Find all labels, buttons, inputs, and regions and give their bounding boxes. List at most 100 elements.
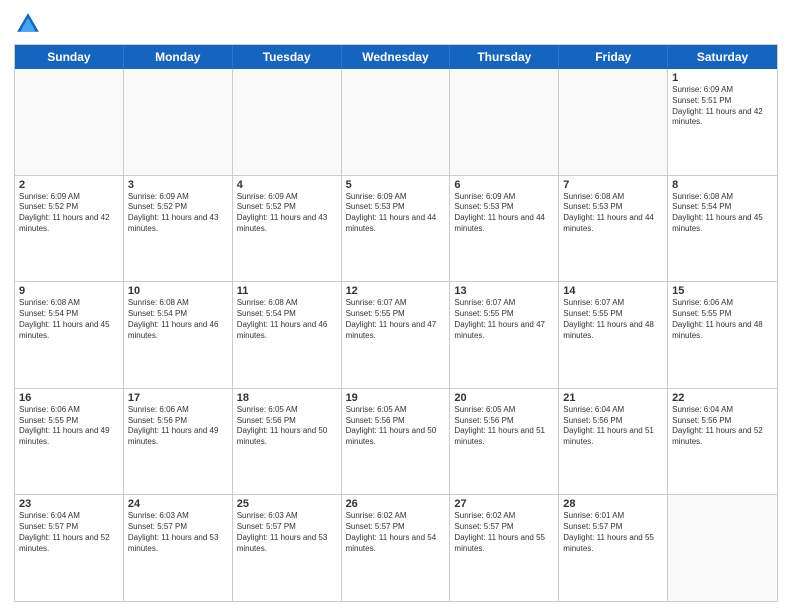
- day-info: Sunrise: 6:09 AM Sunset: 5:52 PM Dayligh…: [19, 192, 119, 235]
- day-info: Sunrise: 6:09 AM Sunset: 5:52 PM Dayligh…: [237, 192, 337, 235]
- calendar-week-3: 9Sunrise: 6:08 AM Sunset: 5:54 PM Daylig…: [15, 281, 777, 388]
- day-info: Sunrise: 6:05 AM Sunset: 5:56 PM Dayligh…: [454, 405, 554, 448]
- day-cell-26: 26Sunrise: 6:02 AM Sunset: 5:57 PM Dayli…: [342, 495, 451, 601]
- day-cell-4: 4Sunrise: 6:09 AM Sunset: 5:52 PM Daylig…: [233, 176, 342, 282]
- empty-cell: [233, 69, 342, 175]
- day-number: 28: [563, 498, 663, 510]
- calendar-week-5: 23Sunrise: 6:04 AM Sunset: 5:57 PM Dayli…: [15, 494, 777, 601]
- day-number: 25: [237, 498, 337, 510]
- header-day-monday: Monday: [124, 45, 233, 69]
- day-cell-12: 12Sunrise: 6:07 AM Sunset: 5:55 PM Dayli…: [342, 282, 451, 388]
- day-cell-25: 25Sunrise: 6:03 AM Sunset: 5:57 PM Dayli…: [233, 495, 342, 601]
- day-number: 15: [672, 285, 773, 297]
- day-info: Sunrise: 6:09 AM Sunset: 5:53 PM Dayligh…: [346, 192, 446, 235]
- day-info: Sunrise: 6:09 AM Sunset: 5:51 PM Dayligh…: [672, 85, 773, 128]
- day-number: 13: [454, 285, 554, 297]
- day-info: Sunrise: 6:02 AM Sunset: 5:57 PM Dayligh…: [346, 511, 446, 554]
- day-cell-15: 15Sunrise: 6:06 AM Sunset: 5:55 PM Dayli…: [668, 282, 777, 388]
- day-cell-22: 22Sunrise: 6:04 AM Sunset: 5:56 PM Dayli…: [668, 389, 777, 495]
- logo: [14, 10, 46, 38]
- empty-cell: [668, 495, 777, 601]
- day-info: Sunrise: 6:04 AM Sunset: 5:56 PM Dayligh…: [672, 405, 773, 448]
- day-number: 27: [454, 498, 554, 510]
- header-day-sunday: Sunday: [15, 45, 124, 69]
- day-number: 10: [128, 285, 228, 297]
- day-cell-6: 6Sunrise: 6:09 AM Sunset: 5:53 PM Daylig…: [450, 176, 559, 282]
- day-info: Sunrise: 6:08 AM Sunset: 5:54 PM Dayligh…: [128, 298, 228, 341]
- day-cell-16: 16Sunrise: 6:06 AM Sunset: 5:55 PM Dayli…: [15, 389, 124, 495]
- day-number: 11: [237, 285, 337, 297]
- day-cell-9: 9Sunrise: 6:08 AM Sunset: 5:54 PM Daylig…: [15, 282, 124, 388]
- day-number: 22: [672, 392, 773, 404]
- header-day-friday: Friday: [559, 45, 668, 69]
- day-number: 12: [346, 285, 446, 297]
- day-info: Sunrise: 6:04 AM Sunset: 5:57 PM Dayligh…: [19, 511, 119, 554]
- day-cell-23: 23Sunrise: 6:04 AM Sunset: 5:57 PM Dayli…: [15, 495, 124, 601]
- day-cell-5: 5Sunrise: 6:09 AM Sunset: 5:53 PM Daylig…: [342, 176, 451, 282]
- day-info: Sunrise: 6:05 AM Sunset: 5:56 PM Dayligh…: [346, 405, 446, 448]
- day-info: Sunrise: 6:08 AM Sunset: 5:54 PM Dayligh…: [237, 298, 337, 341]
- day-info: Sunrise: 6:08 AM Sunset: 5:54 PM Dayligh…: [19, 298, 119, 341]
- day-number: 20: [454, 392, 554, 404]
- day-info: Sunrise: 6:03 AM Sunset: 5:57 PM Dayligh…: [128, 511, 228, 554]
- day-cell-14: 14Sunrise: 6:07 AM Sunset: 5:55 PM Dayli…: [559, 282, 668, 388]
- day-cell-10: 10Sunrise: 6:08 AM Sunset: 5:54 PM Dayli…: [124, 282, 233, 388]
- day-number: 21: [563, 392, 663, 404]
- day-number: 19: [346, 392, 446, 404]
- day-number: 2: [19, 179, 119, 191]
- day-info: Sunrise: 6:03 AM Sunset: 5:57 PM Dayligh…: [237, 511, 337, 554]
- day-cell-7: 7Sunrise: 6:08 AM Sunset: 5:53 PM Daylig…: [559, 176, 668, 282]
- day-info: Sunrise: 6:07 AM Sunset: 5:55 PM Dayligh…: [563, 298, 663, 341]
- day-number: 23: [19, 498, 119, 510]
- empty-cell: [342, 69, 451, 175]
- day-cell-2: 2Sunrise: 6:09 AM Sunset: 5:52 PM Daylig…: [15, 176, 124, 282]
- day-info: Sunrise: 6:08 AM Sunset: 5:54 PM Dayligh…: [672, 192, 773, 235]
- day-info: Sunrise: 6:08 AM Sunset: 5:53 PM Dayligh…: [563, 192, 663, 235]
- day-cell-20: 20Sunrise: 6:05 AM Sunset: 5:56 PM Dayli…: [450, 389, 559, 495]
- day-number: 26: [346, 498, 446, 510]
- day-number: 4: [237, 179, 337, 191]
- page: SundayMondayTuesdayWednesdayThursdayFrid…: [0, 0, 792, 612]
- day-number: 9: [19, 285, 119, 297]
- empty-cell: [559, 69, 668, 175]
- calendar-body: 1Sunrise: 6:09 AM Sunset: 5:51 PM Daylig…: [15, 69, 777, 601]
- day-cell-11: 11Sunrise: 6:08 AM Sunset: 5:54 PM Dayli…: [233, 282, 342, 388]
- day-cell-21: 21Sunrise: 6:04 AM Sunset: 5:56 PM Dayli…: [559, 389, 668, 495]
- day-info: Sunrise: 6:07 AM Sunset: 5:55 PM Dayligh…: [454, 298, 554, 341]
- day-cell-1: 1Sunrise: 6:09 AM Sunset: 5:51 PM Daylig…: [668, 69, 777, 175]
- day-cell-8: 8Sunrise: 6:08 AM Sunset: 5:54 PM Daylig…: [668, 176, 777, 282]
- header-day-wednesday: Wednesday: [342, 45, 451, 69]
- header-day-tuesday: Tuesday: [233, 45, 342, 69]
- day-number: 18: [237, 392, 337, 404]
- day-info: Sunrise: 6:09 AM Sunset: 5:53 PM Dayligh…: [454, 192, 554, 235]
- day-number: 24: [128, 498, 228, 510]
- day-info: Sunrise: 6:06 AM Sunset: 5:55 PM Dayligh…: [19, 405, 119, 448]
- day-number: 6: [454, 179, 554, 191]
- day-number: 5: [346, 179, 446, 191]
- day-cell-13: 13Sunrise: 6:07 AM Sunset: 5:55 PM Dayli…: [450, 282, 559, 388]
- day-info: Sunrise: 6:02 AM Sunset: 5:57 PM Dayligh…: [454, 511, 554, 554]
- header-day-saturday: Saturday: [668, 45, 777, 69]
- day-number: 1: [672, 72, 773, 84]
- calendar-week-4: 16Sunrise: 6:06 AM Sunset: 5:55 PM Dayli…: [15, 388, 777, 495]
- day-info: Sunrise: 6:09 AM Sunset: 5:52 PM Dayligh…: [128, 192, 228, 235]
- day-cell-19: 19Sunrise: 6:05 AM Sunset: 5:56 PM Dayli…: [342, 389, 451, 495]
- empty-cell: [450, 69, 559, 175]
- calendar-week-1: 1Sunrise: 6:09 AM Sunset: 5:51 PM Daylig…: [15, 69, 777, 175]
- day-cell-28: 28Sunrise: 6:01 AM Sunset: 5:57 PM Dayli…: [559, 495, 668, 601]
- day-info: Sunrise: 6:04 AM Sunset: 5:56 PM Dayligh…: [563, 405, 663, 448]
- day-info: Sunrise: 6:01 AM Sunset: 5:57 PM Dayligh…: [563, 511, 663, 554]
- day-cell-24: 24Sunrise: 6:03 AM Sunset: 5:57 PM Dayli…: [124, 495, 233, 601]
- header: [14, 10, 778, 38]
- day-cell-17: 17Sunrise: 6:06 AM Sunset: 5:56 PM Dayli…: [124, 389, 233, 495]
- day-cell-27: 27Sunrise: 6:02 AM Sunset: 5:57 PM Dayli…: [450, 495, 559, 601]
- calendar-week-2: 2Sunrise: 6:09 AM Sunset: 5:52 PM Daylig…: [15, 175, 777, 282]
- day-number: 3: [128, 179, 228, 191]
- day-number: 8: [672, 179, 773, 191]
- day-number: 17: [128, 392, 228, 404]
- calendar-header: SundayMondayTuesdayWednesdayThursdayFrid…: [15, 45, 777, 69]
- day-cell-18: 18Sunrise: 6:05 AM Sunset: 5:56 PM Dayli…: [233, 389, 342, 495]
- empty-cell: [15, 69, 124, 175]
- empty-cell: [124, 69, 233, 175]
- header-day-thursday: Thursday: [450, 45, 559, 69]
